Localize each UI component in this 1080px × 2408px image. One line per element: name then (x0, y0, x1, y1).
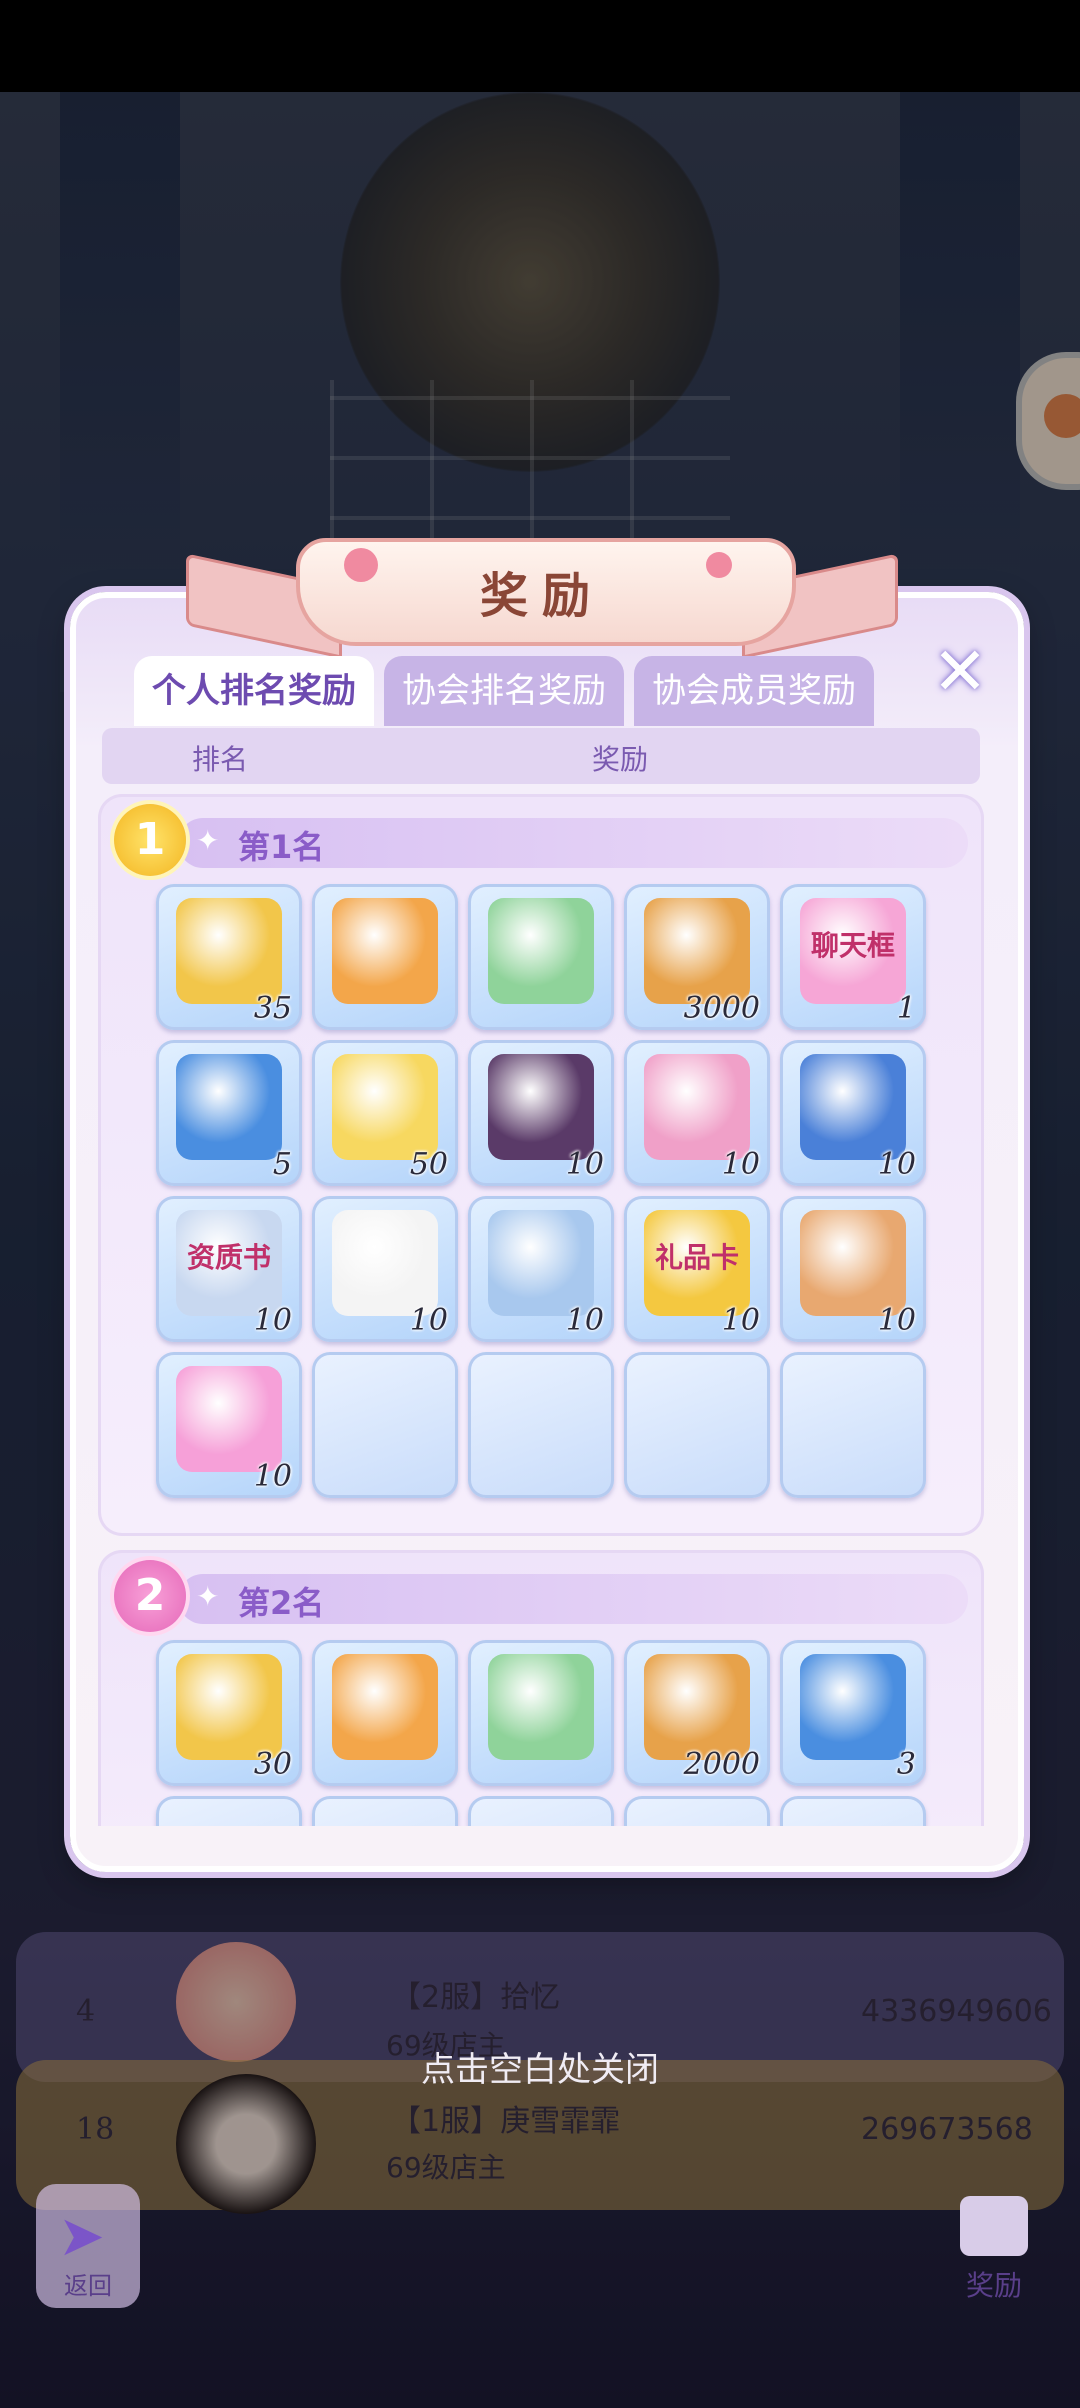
item-quantity: 10 (721, 1303, 760, 1338)
suit-icon (488, 1054, 594, 1160)
item-quantity: 10 (253, 1459, 292, 1494)
empty-reward-slot (624, 1352, 770, 1498)
item-quantity: 10 (565, 1303, 604, 1338)
reward-item-slot[interactable]: 10 (156, 1352, 302, 1498)
back-arrow-icon: ➤ (58, 2204, 105, 2269)
reward-item-slot[interactable]: 10 (780, 1040, 926, 1186)
item-quantity: 35 (253, 991, 292, 1026)
biscuit-icon (644, 898, 750, 1004)
item-quantity: 10 (721, 1147, 760, 1182)
rank-heading-label: 第2名 (238, 1584, 325, 1622)
rank-section: ✦ 第2名 2 30 2000 3 (98, 1550, 984, 1826)
scissors-icon (176, 898, 282, 1004)
item-quantity: 10 (565, 1147, 604, 1182)
bow-icon (176, 1366, 282, 1472)
tab-guild-member[interactable]: 协会成员奖励 (634, 656, 874, 726)
column-reward: 奖励 (592, 743, 649, 776)
item-quantity: 3 (896, 1747, 916, 1782)
empty-reward-slot (780, 1796, 926, 1826)
empty-reward-slot (468, 1796, 614, 1826)
rank-heading: ✦ 第1名 (178, 818, 968, 868)
report-book-icon (800, 1654, 906, 1760)
reward-item-slot[interactable] (312, 884, 458, 1030)
reward-item-slot[interactable]: 10 (312, 1196, 458, 1342)
rank-badge: 1 (114, 804, 186, 876)
item-quantity: 1 (896, 991, 916, 1026)
reward-item-slot[interactable]: 5 (156, 1040, 302, 1186)
item-quantity: 10 (877, 1147, 916, 1182)
item-quantity: 50 (409, 1147, 448, 1182)
item-label: 聊天框 (810, 929, 895, 962)
sparkle-icon: ✦ (196, 1580, 220, 1613)
reward-item-slot[interactable]: 10 (468, 1040, 614, 1186)
item-quantity: 10 (877, 1303, 916, 1338)
reward-item-slot[interactable]: 10 (468, 1196, 614, 1342)
reward-item-slot[interactable]: 礼品卡 10 (624, 1196, 770, 1342)
reward-item-slot[interactable] (468, 1640, 614, 1786)
item-label: 资质书 (186, 1241, 271, 1274)
reward-item-slot[interactable]: 聊天框 1 (780, 884, 926, 1030)
title-ribbon: 奖励 (186, 538, 898, 659)
scissors-icon (176, 1654, 282, 1760)
reward-item-slot[interactable]: 35 (156, 884, 302, 1030)
reward-list[interactable]: ✦ 第1名 1 35 3000 聊天框 1 5 50 10 10 10 资质书 10 10 10 礼品卡 1… (98, 790, 984, 1826)
back-label: 返回 (64, 2272, 112, 2300)
gift-box-icon (960, 2196, 1028, 2256)
reward-label: 奖励 (965, 2269, 1022, 2302)
rainbow-notebook-icon (332, 1054, 438, 1160)
reward-item-slot[interactable]: 50 (312, 1040, 458, 1186)
reward-item-slot[interactable]: 10 (780, 1196, 926, 1342)
item-label: 礼品卡 (654, 1241, 739, 1274)
column-rank: 排名 (192, 743, 249, 776)
reward-item-slot[interactable]: 30 (156, 1640, 302, 1786)
reward-item-slot[interactable]: 资质书 10 (156, 1196, 302, 1342)
bunny-icon (488, 898, 594, 1004)
bunny-icon (488, 1654, 594, 1760)
reward-item-slot[interactable]: 2000 (624, 1640, 770, 1786)
biscuit-icon (644, 1654, 750, 1760)
status-bar (0, 0, 1080, 92)
panel-title: 奖励 (479, 568, 604, 624)
empty-reward-slot (312, 1796, 458, 1826)
column-header: 排名 奖励 (102, 728, 980, 784)
rank-heading: ✦ 第2名 (178, 1574, 968, 1624)
cream-tube-icon (488, 1210, 594, 1316)
rank-heading-label: 第1名 (238, 828, 325, 866)
item-quantity: 10 (253, 1303, 292, 1338)
reward-button[interactable]: 奖励 (942, 2188, 1046, 2308)
lion-icon (332, 1654, 438, 1760)
id-badge-icon (644, 1054, 750, 1160)
item-quantity: 10 (409, 1303, 448, 1338)
rank-badge: 2 (114, 1560, 186, 1632)
empty-reward-slot (156, 1796, 302, 1826)
sparkle-icon: ✦ (196, 824, 220, 857)
reward-item-slot[interactable] (312, 1640, 458, 1786)
item-quantity: 3000 (683, 991, 760, 1026)
tab-guild-rank[interactable]: 协会排名奖励 (384, 656, 624, 726)
lipstick-icon (800, 1210, 906, 1316)
reward-item-slot[interactable] (468, 884, 614, 1030)
back-button[interactable]: ➤ 返回 (36, 2184, 140, 2308)
close-hint-text: 点击空白处关闭 (421, 2050, 659, 2090)
empty-reward-slot (312, 1352, 458, 1498)
tab-personal-rank[interactable]: 个人排名奖励 (134, 656, 374, 726)
empty-reward-slot (780, 1352, 926, 1498)
empty-reward-slot (624, 1796, 770, 1826)
item-quantity: 30 (253, 1747, 292, 1782)
reward-item-slot[interactable]: 3 (780, 1640, 926, 1786)
report-book-icon (176, 1054, 282, 1160)
empty-reward-slot (468, 1352, 614, 1498)
close-icon[interactable]: ✕ (924, 636, 996, 708)
reward-item-slot[interactable]: 10 (624, 1040, 770, 1186)
check-icon (332, 1210, 438, 1316)
rank-section: ✦ 第1名 1 35 3000 聊天框 1 5 50 10 10 10 资质书 10 10 10 礼品卡 1… (98, 794, 984, 1536)
blue-book-icon (800, 1054, 906, 1160)
lion-icon (332, 898, 438, 1004)
item-quantity: 5 (272, 1147, 292, 1182)
reward-item-slot[interactable]: 3000 (624, 884, 770, 1030)
item-quantity: 2000 (683, 1747, 760, 1782)
